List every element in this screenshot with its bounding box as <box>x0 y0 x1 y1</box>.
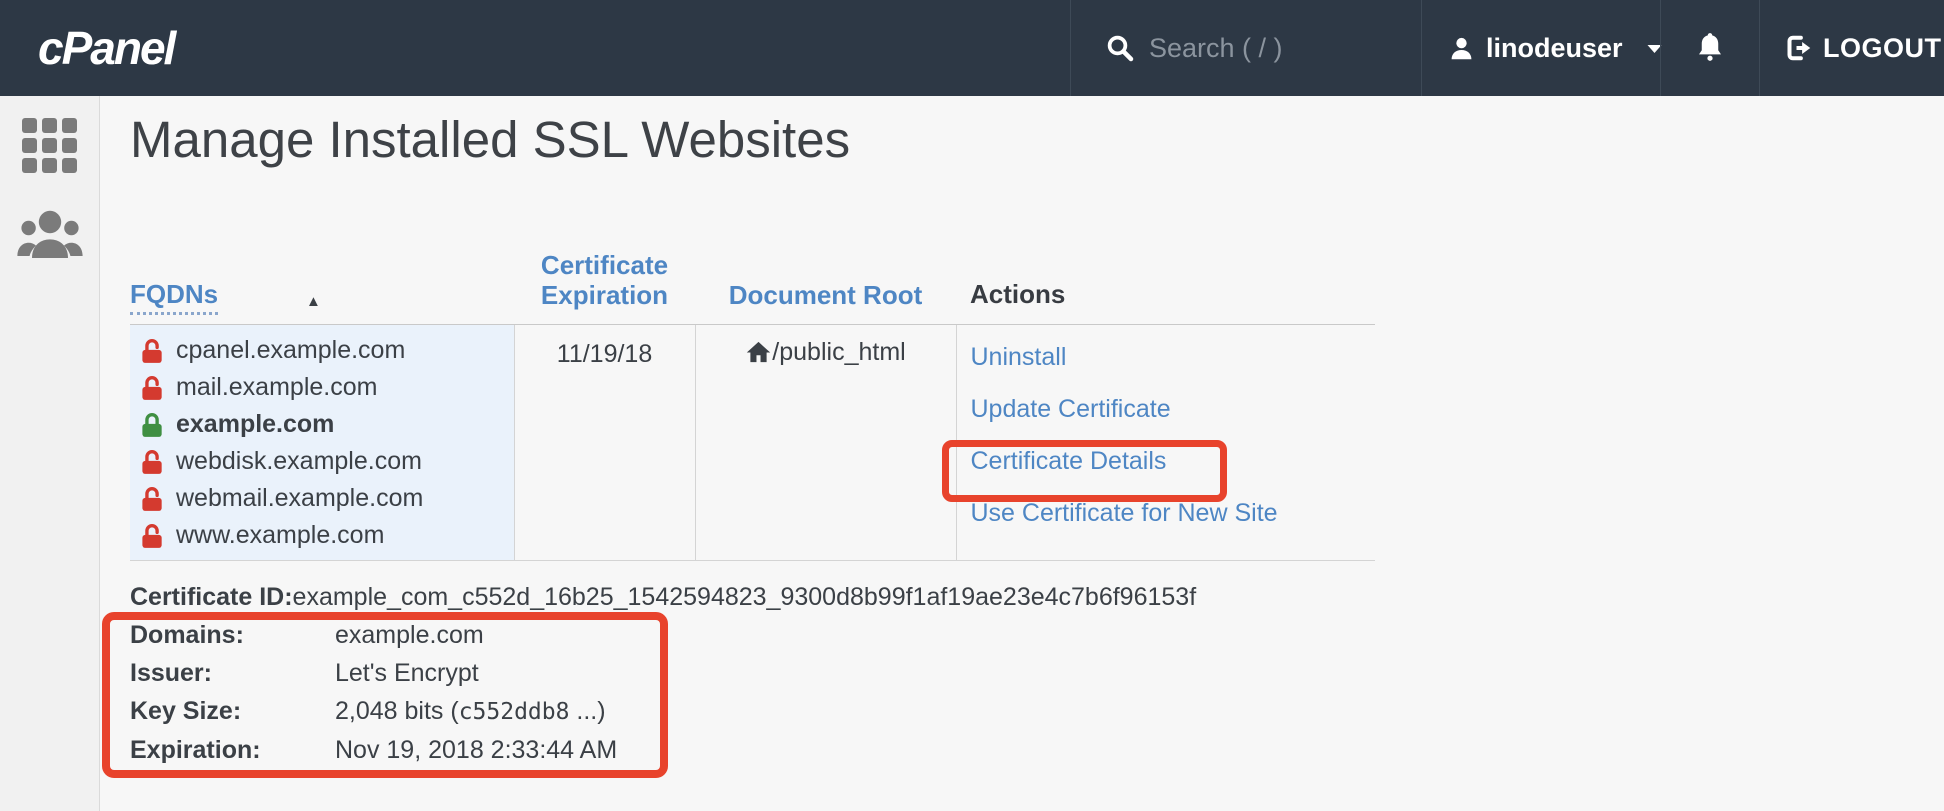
detail-value: example.com <box>335 616 484 654</box>
detail-row-expiration: Expiration:Nov 19, 2018 2:33:44 AM <box>130 731 617 769</box>
lock-open-icon <box>140 449 166 475</box>
document-root-cell: /public_html <box>695 325 956 561</box>
search-box <box>1070 0 1421 96</box>
search-input[interactable] <box>1149 33 1379 64</box>
fqdns-sort-link[interactable]: FQDNs <box>130 279 218 315</box>
user-menu[interactable]: linodeuser <box>1421 0 1660 96</box>
column-header-fqdns: FQDNs ▲ <box>130 250 514 325</box>
fqdn-label: www.example.com <box>176 521 384 550</box>
detail-value: Nov 19, 2018 2:33:44 AM <box>335 731 617 769</box>
detail-row-key-size: Key Size:2,048 bits (c552ddb8 ...) <box>130 692 617 731</box>
detail-value: Let's Encrypt <box>335 654 479 692</box>
fqdn-item: webmail.example.com <box>140 480 502 517</box>
logout-label: LOGOUT <box>1823 33 1942 64</box>
action-link-uninstall[interactable]: Uninstall <box>971 342 1067 372</box>
certificate-id-label: Certificate ID: <box>130 583 293 611</box>
fqdn-label: mail.example.com <box>176 373 377 402</box>
sort-ascending-icon[interactable]: ▲ <box>306 293 321 310</box>
certificate-id-line: Certificate ID:example_com_c552d_16b25_1… <box>130 578 1196 616</box>
apps-grid-icon[interactable] <box>22 118 77 173</box>
action-link-use-certificate-for-new-site[interactable]: Use Certificate for New Site <box>971 498 1278 528</box>
lock-open-icon <box>140 375 166 401</box>
certificate-expiration-cell: 11/19/18 <box>514 325 695 561</box>
actions-cell: Uninstall Update Certificate Certificate D… <box>956 325 1375 561</box>
logout-icon <box>1784 33 1814 63</box>
username-label: linodeuser <box>1486 33 1623 64</box>
action-links: Uninstall Update Certificate Certificate D… <box>971 342 1376 528</box>
logout-button[interactable]: LOGOUT <box>1759 0 1944 96</box>
column-header-certificate-expiration: Certificate Expiration <box>514 250 695 325</box>
cpanel-logo[interactable]: cPanel <box>38 0 174 96</box>
fqdn-item: www.example.com <box>140 517 502 554</box>
detail-row-domains: Domains:example.com <box>130 616 617 654</box>
action-link-certificate-details[interactable]: Certificate Details <box>971 446 1167 476</box>
fqdn-list: cpanel.example.com mail.example.com exampl… <box>140 332 502 554</box>
fqdn-label: example.com <box>176 410 334 439</box>
left-sidebar <box>0 96 100 811</box>
fqdn-cell: cpanel.example.com mail.example.com exampl… <box>130 325 514 561</box>
detail-value: 2,048 bits (c552ddb8 ...) <box>335 692 606 731</box>
detail-label: Expiration: <box>130 731 335 769</box>
certificate-id-value: example_com_c552d_16b25_1542594823_9300d… <box>293 583 1197 611</box>
table-row: cpanel.example.com mail.example.com exampl… <box>130 325 1375 561</box>
lock-closed-icon <box>140 412 166 438</box>
ssl-websites-table: FQDNs ▲ Certificate Expiration Document … <box>130 250 1375 561</box>
detail-row-issuer: Issuer:Let's Encrypt <box>130 654 617 692</box>
fqdn-item: cpanel.example.com <box>140 332 502 369</box>
users-group-icon[interactable] <box>17 206 83 265</box>
action-link-update-certificate[interactable]: Update Certificate <box>971 394 1171 424</box>
bell-icon <box>1694 31 1726 65</box>
fqdn-item: webdisk.example.com <box>140 443 502 480</box>
fqdn-item: example.com <box>140 406 502 443</box>
detail-label: Key Size: <box>130 692 335 731</box>
page-title: Manage Installed SSL Websites <box>130 110 850 169</box>
lock-open-icon <box>140 338 166 364</box>
document-root-path: /public_html <box>772 338 905 367</box>
fqdn-label: cpanel.example.com <box>176 336 405 365</box>
fqdn-label: webdisk.example.com <box>176 447 422 476</box>
lock-open-icon <box>140 523 166 549</box>
user-icon <box>1448 35 1475 62</box>
column-header-document-root: Document Root <box>695 250 956 325</box>
fqdn-item: mail.example.com <box>140 369 502 406</box>
notifications-button[interactable] <box>1660 0 1759 96</box>
certificate-summary: Domains:example.comIssuer:Let's EncryptK… <box>130 616 617 769</box>
home-icon <box>745 339 772 366</box>
search-icon <box>1105 33 1135 63</box>
top-navbar: cPanel linodeuser <box>0 0 1944 96</box>
lock-open-icon <box>140 486 166 512</box>
detail-label: Domains: <box>130 616 335 654</box>
fqdn-label: webmail.example.com <box>176 484 423 513</box>
detail-label: Issuer: <box>130 654 335 692</box>
column-header-actions: Actions <box>956 250 1375 325</box>
